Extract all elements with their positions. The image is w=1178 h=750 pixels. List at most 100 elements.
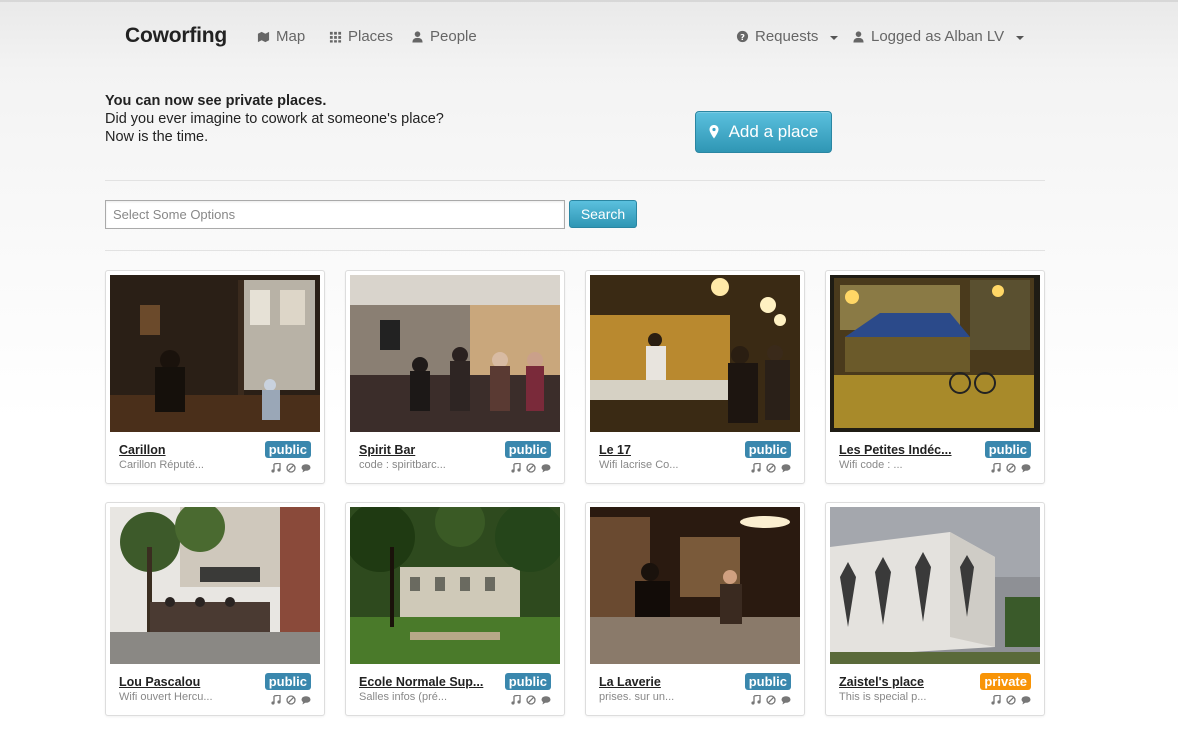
comment-icon (781, 692, 791, 705)
add-place-button[interactable]: Add a place (695, 111, 832, 153)
top-border (0, 0, 1178, 2)
place-name[interactable]: Carillon (119, 443, 259, 457)
place-card[interactable]: Zaistel's place This is special p... pri… (825, 502, 1045, 716)
music-icon (271, 460, 281, 473)
place-name[interactable]: Zaistel's place (839, 675, 979, 689)
hero-line-2: Did you ever imagine to cowork at someon… (105, 111, 444, 127)
place-description: Wifi lacrise Co... (599, 459, 679, 471)
amenity-icons (271, 692, 311, 705)
place-name[interactable]: Les Petites Indéc... (839, 443, 979, 457)
place-photo[interactable] (590, 507, 800, 664)
add-place-label: Add a place (728, 122, 819, 141)
requests-label: Requests (755, 28, 819, 45)
place-description: prises. sur un... (599, 691, 675, 703)
place-photo[interactable] (350, 275, 560, 432)
amenity-icons (511, 460, 551, 473)
no-smoking-icon (766, 460, 776, 473)
hero-headline: You can now see private places. (105, 93, 327, 109)
music-icon (511, 692, 521, 705)
place-card[interactable]: Spirit Bar code : spiritbarc... public (345, 270, 565, 484)
status-badge: public (744, 441, 791, 458)
search-placeholder: Select Some Options (113, 207, 236, 222)
status-badge: public (744, 673, 791, 690)
amenity-icons (271, 460, 311, 473)
place-card[interactable]: La Laverie prises. sur un... public (585, 502, 805, 716)
user-icon (412, 31, 423, 43)
requests-dropdown[interactable]: ? Requests (736, 28, 839, 45)
nav-map-label: Map (276, 28, 306, 45)
music-icon (271, 692, 281, 705)
status-badge: public (984, 441, 1031, 458)
status-badge: private (980, 673, 1031, 690)
status-badge: public (504, 441, 551, 458)
comment-icon (1021, 460, 1031, 473)
grid-icon (329, 31, 342, 43)
music-icon (751, 692, 761, 705)
place-description: Salles infos (pré... (359, 691, 448, 703)
music-icon (991, 460, 1001, 473)
place-name[interactable]: Lou Pascalou (119, 675, 259, 689)
comment-icon (781, 460, 791, 473)
place-card[interactable]: Carillon Carillon Réputé... public (105, 270, 325, 484)
no-smoking-icon (766, 692, 776, 705)
place-description: code : spiritbarc... (359, 459, 446, 471)
place-photo[interactable] (830, 275, 1040, 432)
no-smoking-icon (286, 460, 296, 473)
options-select-input[interactable]: Select Some Options (105, 200, 565, 229)
place-name[interactable]: Le 17 (599, 443, 739, 457)
map-icon (257, 31, 270, 43)
amenity-icons (511, 692, 551, 705)
place-description: Carillon Réputé... (119, 459, 204, 471)
place-photo[interactable] (830, 507, 1040, 664)
nav-places[interactable]: Places (329, 28, 393, 45)
map-marker-icon (709, 125, 719, 139)
nav-map[interactable]: Map (257, 28, 305, 45)
nav-people-label: People (430, 28, 477, 45)
account-dropdown[interactable]: Logged as Alban LV (852, 28, 1025, 45)
place-photo[interactable] (590, 275, 800, 432)
place-card[interactable]: Lou Pascalou Wifi ouvert Hercu... public (105, 502, 325, 716)
amenity-icons (991, 692, 1031, 705)
user-icon (853, 31, 864, 43)
hero-text: You can now see private places. Did you … (105, 92, 444, 146)
amenity-icons (751, 692, 791, 705)
place-name[interactable]: La Laverie (599, 675, 739, 689)
no-smoking-icon (1006, 460, 1016, 473)
place-card[interactable]: Ecole Normale Sup... Salles infos (pré..… (345, 502, 565, 716)
comment-icon (541, 692, 551, 705)
amenity-icons (991, 460, 1031, 473)
place-photo[interactable] (350, 507, 560, 664)
hero-line-3: Now is the time. (105, 129, 209, 145)
divider (105, 250, 1045, 251)
music-icon (991, 692, 1001, 705)
brand-logo[interactable]: Coworfing (125, 24, 227, 48)
chevron-down-icon (830, 35, 839, 40)
place-description: Wifi ouvert Hercu... (119, 691, 213, 703)
status-badge: public (264, 673, 311, 690)
place-name[interactable]: Spirit Bar (359, 443, 499, 457)
place-card[interactable]: Les Petites Indéc... Wifi code : ... pub… (825, 270, 1045, 484)
amenity-icons (751, 460, 791, 473)
place-photo[interactable] (110, 275, 320, 432)
svg-text:?: ? (740, 32, 745, 42)
music-icon (751, 460, 761, 473)
comment-icon (301, 692, 311, 705)
account-label: Logged as Alban LV (871, 28, 1005, 45)
place-card[interactable]: Le 17 Wifi lacrise Co... public (585, 270, 805, 484)
divider (105, 180, 1045, 181)
no-smoking-icon (526, 692, 536, 705)
no-smoking-icon (286, 692, 296, 705)
nav-people[interactable]: People (411, 28, 477, 45)
place-name[interactable]: Ecole Normale Sup... (359, 675, 499, 689)
no-smoking-icon (526, 460, 536, 473)
nav-places-label: Places (348, 28, 394, 45)
search-button[interactable]: Search (569, 200, 637, 228)
status-badge: public (264, 441, 311, 458)
comment-icon (1021, 692, 1031, 705)
comment-icon (541, 460, 551, 473)
place-description: This is special p... (839, 691, 927, 703)
question-circle-icon: ? (736, 30, 749, 43)
place-photo[interactable] (110, 507, 320, 664)
music-icon (511, 460, 521, 473)
place-description: Wifi code : ... (839, 459, 903, 471)
